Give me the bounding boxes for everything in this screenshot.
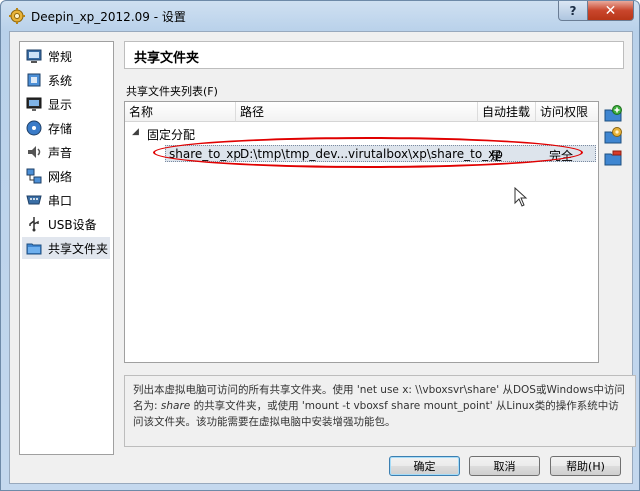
cancel-button[interactable]: 取消 (469, 456, 540, 476)
share-path: D:\tmp\tmp_dev...virutalbox\xp\share_to_… (240, 147, 503, 161)
audio-icon (28, 146, 41, 158)
network-icon (26, 168, 42, 184)
column-header-auto-mount[interactable]: 自动挂载 (478, 102, 536, 122)
help-title-button[interactable]: ? (558, 1, 588, 21)
display-icon (26, 97, 42, 111)
sidebar-item-label: 存储 (48, 121, 73, 136)
table-row[interactable]: share_to_xp D:\tmp\tmp_dev...virutalbox\… (165, 145, 596, 163)
sidebar-item-label: 串口 (48, 193, 73, 208)
ok-button[interactable]: 确定 (389, 456, 460, 476)
sidebar-item-label: 共享文件夹 (48, 241, 109, 256)
sidebar-item-label: 声音 (48, 145, 73, 160)
group-row-fixed[interactable]: ◢ 固定分配 (125, 126, 598, 142)
description-share-name: share (160, 400, 191, 412)
settings-sidebar: 常规 系统 显示 存储 声音 网络 串口 USB设备 共享文件夹 (19, 41, 114, 455)
usb-icon (29, 217, 39, 232)
group-label: 固定分配 (147, 128, 196, 142)
edit-folder-icon[interactable] (604, 127, 622, 145)
add-folder-icon[interactable] (604, 105, 622, 123)
help-button[interactable]: 帮助(H) (550, 456, 621, 476)
page-title: 共享文件夹 (134, 51, 200, 66)
sidebar-item-shared-folders[interactable]: 共享文件夹 (22, 237, 110, 259)
sidebar-item-label: USB设备 (48, 217, 97, 232)
sidebar-item-usb[interactable]: USB设备 (22, 213, 110, 235)
sidebar-item-storage[interactable]: 存储 (22, 117, 110, 139)
window-title: Deepin_xp_2012.09 - 设置 (31, 10, 186, 24)
column-header-access[interactable]: 访问权限 (536, 102, 598, 122)
sidebar-item-audio[interactable]: 声音 (22, 141, 110, 163)
page-header: 共享文件夹 (124, 41, 624, 69)
sidebar-item-label: 系统 (48, 73, 73, 88)
general-icon (26, 49, 42, 63)
system-icon (27, 73, 41, 87)
close-button[interactable]: ✕ (587, 1, 634, 21)
share-access: 完全 (549, 149, 574, 163)
gear-icon (9, 8, 25, 24)
settings-window: Deepin_xp_2012.09 - 设置 ? ✕ 常规 系统 显示 存储 声… (0, 0, 640, 491)
shared-folders-list-label: 共享文件夹列表(F) (126, 85, 218, 98)
column-header-name[interactable]: 名称 (125, 102, 236, 122)
sidebar-item-label: 常规 (48, 49, 73, 64)
title-bar[interactable]: Deepin_xp_2012.09 - 设置 ? ✕ (1, 1, 639, 31)
share-auto-mount: 是 (490, 149, 503, 163)
column-header-path[interactable]: 路径 (236, 102, 478, 122)
remove-folder-icon[interactable] (604, 149, 622, 167)
shared-folders-list[interactable]: 名称 路径 自动挂载 访问权限 ◢ 固定分配 share_to_xp D:\tm… (124, 101, 599, 363)
serial-port-icon (26, 195, 42, 205)
sidebar-item-network[interactable]: 网络 (22, 165, 110, 187)
sidebar-item-general[interactable]: 常规 (22, 45, 110, 67)
shared-folder-icon (26, 243, 42, 255)
storage-icon (26, 120, 42, 136)
sidebar-item-system[interactable]: 系统 (22, 69, 110, 91)
sidebar-item-label: 网络 (48, 169, 73, 184)
dialog-body: 常规 系统 显示 存储 声音 网络 串口 USB设备 共享文件夹 共享文件夹 共… (9, 31, 636, 484)
share-name: share_to_xp (169, 147, 242, 161)
description-text-tail: 的共享文件夹，或使用 'mount -t vboxsf share mount_… (133, 400, 619, 428)
mouse-cursor-icon (514, 187, 528, 207)
sidebar-item-label: 显示 (48, 97, 73, 112)
sidebar-item-display[interactable]: 显示 (22, 93, 110, 115)
collapse-arrow-icon[interactable]: ◢ (132, 127, 139, 137)
sidebar-item-serial-port[interactable]: 串口 (22, 189, 110, 211)
description-panel: 列出本虚拟电脑可访问的所有共享文件夹。使用 'net use x: \\vbox… (124, 375, 636, 447)
